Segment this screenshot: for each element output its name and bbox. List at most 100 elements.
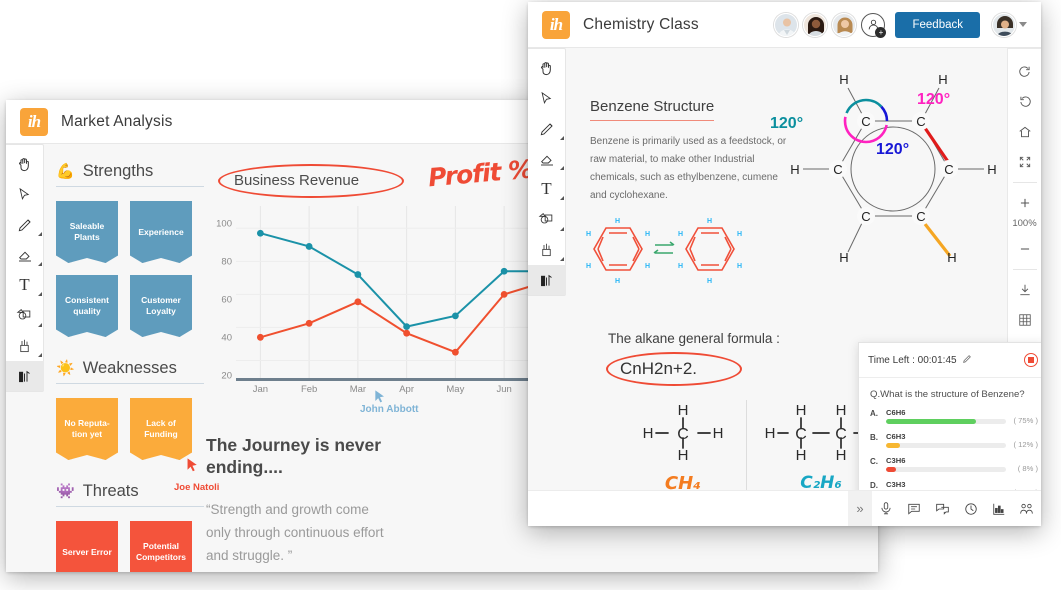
atom-label-c: C [833, 162, 842, 177]
text-tool[interactable]: T [6, 270, 44, 300]
sticky-note[interactable]: No Reputa-tion yet [56, 398, 118, 460]
people-icon[interactable] [1013, 491, 1041, 527]
swot-group-threats: 👾 Threats Server Error Potential Competi… [56, 482, 226, 572]
avatar[interactable] [774, 12, 799, 37]
eraser-tool[interactable] [6, 240, 44, 270]
poll-option-percent: ( 8% ) [1017, 464, 1038, 473]
chat-icon[interactable] [928, 491, 956, 527]
edit-time-icon[interactable] [962, 351, 972, 369]
svg-text:H: H [707, 278, 712, 285]
sticky-note[interactable]: Saleable Plants [56, 201, 118, 263]
text-options-caret[interactable] [37, 292, 42, 297]
atom-label-h: H [790, 162, 799, 177]
upload-tool[interactable] [6, 360, 44, 391]
poll-option-key: D. [870, 481, 878, 490]
grid-icon[interactable] [1008, 305, 1042, 335]
add-participant-icon[interactable]: + [861, 12, 887, 38]
text-options-caret[interactable] [559, 196, 564, 201]
poll-icon[interactable] [985, 491, 1013, 527]
svg-text:H: H [678, 402, 689, 419]
sticky-note[interactable]: Experience [130, 201, 192, 263]
add-plus-badge[interactable]: + [875, 26, 887, 38]
sticky-note[interactable]: Server Error [56, 521, 118, 572]
screenshot-root: ih Market Analysis T 💪 Strengths Saleabl… [0, 0, 1061, 590]
zoom-out-icon[interactable] [1008, 234, 1042, 264]
sticky-note[interactable]: Consistent quality [56, 275, 118, 337]
pen-options-caret[interactable] [37, 352, 42, 357]
pencil-options-caret[interactable] [37, 231, 42, 236]
avatar[interactable] [803, 12, 828, 37]
pencil-options-caret[interactable] [559, 135, 564, 140]
poll-option[interactable]: C. C3H6 ( 8% ) [859, 454, 1041, 478]
shape-options-caret[interactable] [37, 322, 42, 327]
stop-recording-button[interactable] [1024, 353, 1038, 367]
svg-text:H: H [737, 231, 742, 238]
avatar-current-user[interactable] [992, 12, 1016, 37]
eraser-tool[interactable] [528, 144, 566, 174]
swot-group-weaknesses: ☀️ Weaknesses No Reputa-tion yet Lack of… [56, 359, 226, 460]
upload-tool[interactable] [528, 264, 566, 295]
pen-holder-tool[interactable] [528, 235, 566, 265]
text-tool[interactable]: T [528, 174, 566, 204]
hand-tool[interactable] [6, 149, 44, 179]
svg-text:H: H [765, 425, 776, 442]
feedback-button[interactable]: Feedback [895, 11, 980, 38]
x-tick-label: Jun [496, 384, 512, 395]
bicep-icon: 💪 [56, 163, 75, 180]
shape-options-caret[interactable] [559, 226, 564, 231]
svg-text:H: H [643, 425, 654, 442]
poll-option[interactable]: B. C6H3 ( 12% ) [859, 430, 1041, 454]
avatar[interactable] [832, 12, 857, 37]
timer-icon[interactable] [956, 491, 984, 527]
zoom-in-icon[interactable] [1008, 188, 1042, 218]
expand-toolbar-button[interactable]: » [848, 490, 872, 526]
redo-icon[interactable] [1008, 87, 1042, 117]
eraser-options-caret[interactable] [37, 262, 42, 266]
select-tool[interactable] [528, 83, 566, 113]
poll-option-label: C6H3 [886, 432, 906, 441]
ghost-icon: 👾 [56, 483, 75, 500]
chevron-down-icon[interactable] [1019, 22, 1027, 27]
x-tick-label: Feb [300, 384, 318, 395]
select-tool[interactable] [6, 179, 44, 209]
chemistry-bottom-toolbar: » [528, 490, 1041, 526]
undo-icon[interactable] [1008, 57, 1042, 87]
y-tick-label: 40 [221, 332, 232, 344]
journey-text-block: The Journey is never ending.... “Strengt… [206, 434, 396, 567]
atom-label-c: C [916, 114, 925, 129]
poll-option-key: A. [870, 409, 878, 418]
pen-options-caret[interactable] [559, 256, 564, 261]
sticky-note[interactable]: Lack of Funding [130, 398, 192, 460]
pencil-tool[interactable] [6, 210, 44, 240]
angle-label-blue: 120° [876, 141, 909, 158]
participants-group: + Feedback [774, 11, 1027, 38]
swot-column: 💪 Strengths Saleable Plants Experience C… [56, 162, 226, 572]
poll-option-bar [886, 419, 1006, 424]
poll-option-label: C6H6 [886, 408, 906, 417]
shape-tool[interactable] [6, 300, 44, 330]
y-tick-label: 20 [221, 370, 232, 382]
pen-holder-tool[interactable] [6, 331, 44, 361]
benzene-structure-title: Benzene Structure [590, 98, 715, 121]
svg-text:H: H [615, 218, 620, 225]
current-user-menu[interactable] [992, 12, 1027, 37]
download-icon[interactable] [1008, 275, 1042, 305]
shape-tool[interactable] [528, 204, 566, 234]
poll-option-percent: ( 75% ) [1013, 416, 1038, 425]
swot-group-strengths: 💪 Strengths Saleable Plants Experience C… [56, 162, 226, 337]
fullscreen-icon[interactable] [1008, 147, 1042, 177]
eraser-options-caret[interactable] [559, 166, 564, 170]
notes-icon[interactable] [900, 491, 928, 527]
mic-icon[interactable] [872, 491, 900, 527]
pencil-tool[interactable] [528, 114, 566, 144]
sticky-note[interactable]: Potential Competitors [130, 521, 192, 572]
chemistry-class-window: ih Chemistry Class + Feedback T Benzene … [528, 2, 1041, 526]
hand-tool[interactable] [528, 53, 566, 83]
svg-text:C: C [835, 426, 847, 443]
poll-option[interactable]: A. C6H6 ( 75% ) [859, 406, 1041, 430]
home-icon[interactable] [1008, 117, 1042, 147]
svg-text:H: H [586, 263, 591, 270]
sticky-note[interactable]: Customer Loyalty [130, 275, 192, 337]
x-tick-label: Apr [399, 384, 415, 395]
chemistry-class-header: ih Chemistry Class + Feedback [528, 2, 1041, 48]
